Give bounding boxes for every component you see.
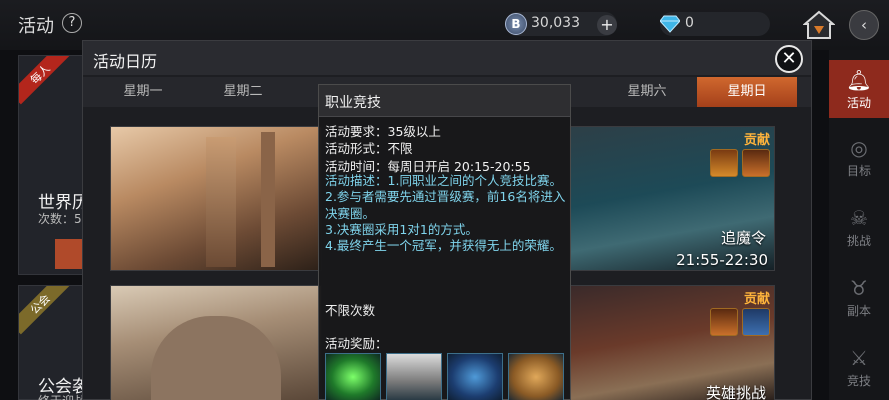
coin-value: 30,033 [531,15,580,31]
crossed-swords-icon: ⚔ [850,346,868,370]
tooltip-header: 职业竞技 [319,85,570,117]
page-title: 活动 [18,16,54,37]
nav-label: 副本 [846,304,871,318]
contribution-badge: 贡献 [743,292,770,307]
activity-card-world-boss[interactable] [110,285,322,400]
reward-gem-icon[interactable] [742,308,770,336]
attempt-limit: 不限次数 [325,303,376,318]
nav-label: 活动 [846,96,871,110]
reward-blue-bag-icon[interactable] [447,353,503,400]
add-coin-button[interactable]: + [597,15,617,35]
diamond-icon [660,15,680,33]
activity-time: 21:55-22:30 [676,251,768,269]
description-line: 4.最终产生一个冠军，并获得无上的荣耀。 [325,238,562,254]
home-icon[interactable] [803,9,835,41]
side-nav: 🔔︎ 活动 ◎ 目标 ☠ 挑战 ♉ 副本 ⚔ 竞技 [829,50,889,400]
back-button[interactable]: ‹ [849,10,879,40]
reward-bottle-icon[interactable] [386,353,442,400]
ribbon: 每人 [19,56,71,105]
nav-item-arena[interactable]: ⚔ 竞技 [829,338,889,396]
description-label: 活动描述： [325,173,388,188]
activity-card-demon-hunt[interactable]: 贡献 追魔令 21:55-22:30 [569,126,775,271]
description-line: 2.参与者需要先通过晋级赛，前16名将进入决赛圈。 [325,189,566,221]
bg-card-sub: 终于迎战 [38,392,86,400]
activity-card-arena[interactable] [110,126,322,271]
activity-name: 英雄挑战 [705,384,766,400]
dialog-header: 活动日历 [83,41,811,75]
description-line: 3.决赛圈采用1对1的方式。 [325,221,478,237]
activity-description: 活动描述：1.同职业之间的个人竞技比赛。 2.参与者需要先通过晋级赛，前16名将… [325,173,567,254]
nav-label: 竞技 [846,374,871,388]
reward-chest-icon[interactable] [710,149,738,177]
nav-item-target[interactable]: ◎ 目标 [829,128,889,186]
activity-form: 活动形式：不限 [325,141,413,156]
bell-icon: 🔔︎ [846,68,872,92]
reward-green-orb-icon[interactable] [325,353,381,400]
help-icon[interactable]: ? [62,13,82,33]
reward-gold-bag-icon[interactable] [508,353,564,400]
arena-shape [151,316,281,400]
nav-label: 目标 [846,164,871,178]
nav-item-dungeon[interactable]: ♉ 副本 [829,268,889,326]
tab-monday[interactable]: 星期一 [93,77,193,107]
gem-value: 0 [685,15,694,31]
close-button[interactable]: ✕ [775,45,803,73]
nav-label: 挑战 [846,234,871,248]
description-line: 1.同职业之间的个人竞技比赛。 [387,173,562,188]
tab-saturday[interactable]: 星期六 [597,77,697,107]
tab-tuesday[interactable]: 星期二 [193,77,293,107]
target-icon: ◎ [850,136,868,160]
reward-label: 活动奖励： [325,336,388,351]
ribbon: 公会 [19,286,71,335]
dialog-title: 活动日历 [93,52,158,71]
nav-item-activity[interactable]: 🔔︎ 活动 [829,60,889,118]
reward-sword-icon[interactable] [742,149,770,177]
contribution-badge: 贡献 [743,133,770,148]
demon-icon: ☠ [850,206,868,230]
statue-shape [206,137,236,267]
bg-card-button[interactable] [55,239,85,269]
activity-tooltip: 职业竞技 活动要求：35级以上 活动形式：不限 活动时间：每周日开启 20:15… [318,84,571,400]
activity-card-hero-challenge[interactable]: 贡献 英雄挑战 [569,285,775,400]
horns-icon: ♉ [850,276,868,300]
tooltip-title: 职业竞技 [325,95,381,111]
coin-icon: B [505,13,527,35]
reward-armor-icon[interactable] [710,308,738,336]
nav-item-challenge[interactable]: ☠ 挑战 [829,198,889,256]
tower-shape [261,132,275,267]
bg-activity-card[interactable]: 每人 [18,55,88,275]
tab-sunday[interactable]: 星期日 [697,77,797,107]
bg-card-sub: 次数：5 [38,212,82,226]
activity-name: 追魔令 [720,229,766,247]
